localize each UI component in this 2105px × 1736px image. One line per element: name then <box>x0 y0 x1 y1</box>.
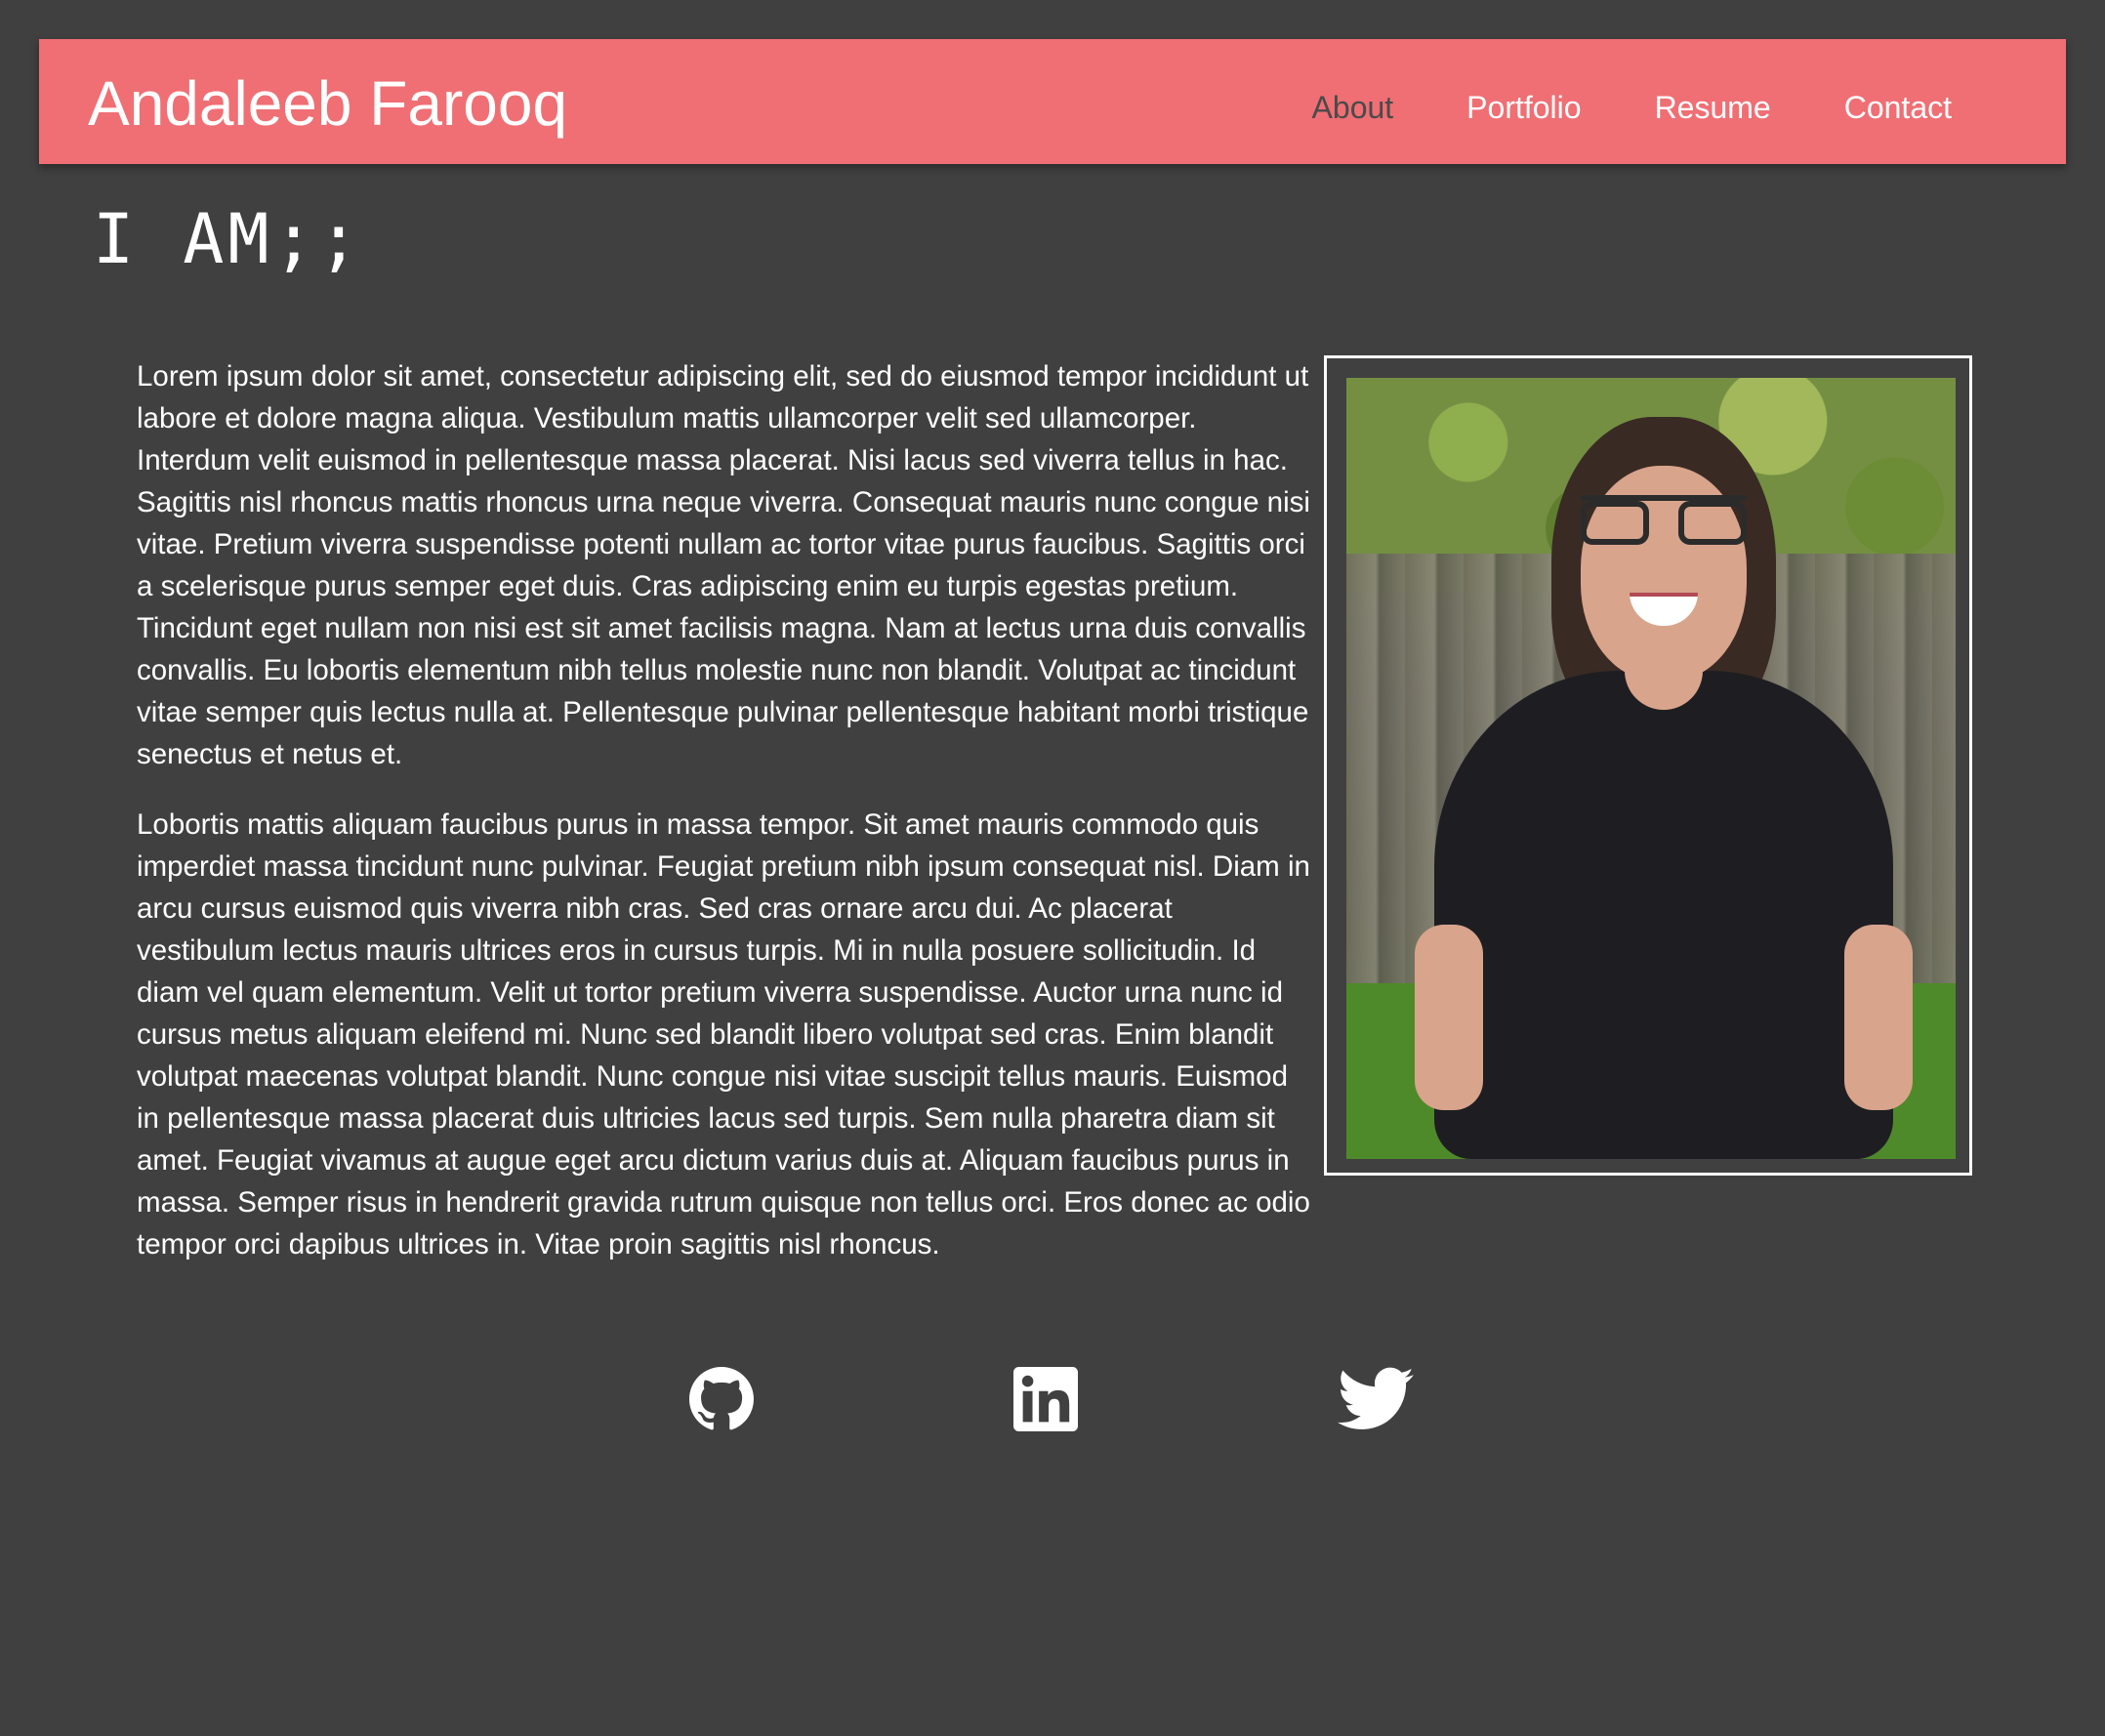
linkedin-icon[interactable] <box>1013 1367 1078 1431</box>
profile-photo-frame <box>1324 355 1972 1176</box>
nav-link-contact[interactable]: Contact <box>1844 92 1952 123</box>
main-nav: About Portfolio Resume Contact <box>1312 92 1952 123</box>
github-icon[interactable] <box>689 1367 754 1431</box>
social-links <box>0 1367 2105 1435</box>
about-section: Lorem ipsum dolor sit amet, consectetur … <box>137 355 1972 1294</box>
nav-link-about[interactable]: About <box>1312 92 1394 123</box>
nav-link-portfolio[interactable]: Portfolio <box>1466 92 1581 123</box>
twitter-icon[interactable] <box>1338 1367 1414 1431</box>
nav-link-resume[interactable]: Resume <box>1655 92 1771 123</box>
page-heading: I AM;; <box>93 199 363 279</box>
profile-photo <box>1346 378 1956 1159</box>
site-header: Andaleeb Farooq About Portfolio Resume C… <box>39 39 2066 164</box>
site-title[interactable]: Andaleeb Farooq <box>88 72 567 135</box>
